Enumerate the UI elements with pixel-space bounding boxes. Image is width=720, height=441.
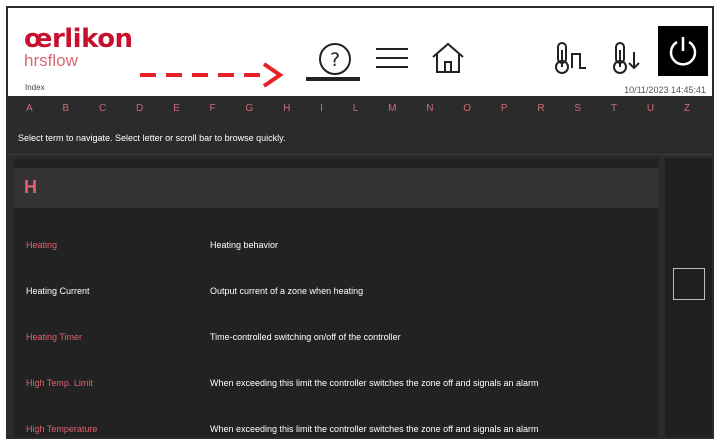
- list-item[interactable]: High Temp. Limit When exceeding this lim…: [14, 362, 659, 408]
- svg-text:?: ?: [330, 49, 340, 71]
- home-icon: [432, 42, 464, 73]
- power-button[interactable]: [658, 26, 708, 76]
- list-item[interactable]: Heating Current Output current of a zone…: [14, 270, 659, 316]
- letter-c[interactable]: C: [95, 102, 110, 116]
- term-link[interactable]: Heating: [26, 241, 57, 250]
- menu-icon: [376, 48, 408, 68]
- list-item[interactable]: Heating Timer Time-controlled switching …: [14, 316, 659, 362]
- section-header: H: [14, 168, 659, 208]
- term-description: When exceeding this limit the controller…: [210, 424, 539, 434]
- letter-g[interactable]: G: [241, 102, 257, 116]
- list-item[interactable]: Heating Heating behavior: [14, 224, 659, 270]
- letter-t[interactable]: T: [607, 102, 621, 116]
- term-description: When exceeding this limit the controller…: [210, 378, 539, 388]
- term-description: Heating behavior: [210, 240, 279, 250]
- letter-p[interactable]: P: [497, 102, 512, 116]
- help-button[interactable]: ?: [308, 38, 362, 80]
- menu-button[interactable]: [370, 44, 414, 72]
- home-button[interactable]: [426, 40, 470, 76]
- active-indicator: [306, 77, 360, 81]
- brand-product: hrsflow: [24, 51, 78, 70]
- alphabet-bar: A B C D E F G H I L M N O P R S T U Z: [8, 98, 712, 120]
- term-link[interactable]: Heating Current: [26, 287, 90, 296]
- letter-u[interactable]: U: [643, 102, 658, 116]
- divider: [8, 154, 712, 155]
- term-description: Output current of a zone when heating: [210, 286, 364, 296]
- scroll-thumb[interactable]: [673, 268, 705, 300]
- datetime: 10/11/2023 14:45:41: [624, 85, 706, 95]
- letter-b[interactable]: B: [58, 102, 73, 116]
- temperature-down-icon: [613, 42, 640, 74]
- term-link[interactable]: High Temperature: [26, 425, 97, 434]
- letter-h[interactable]: H: [279, 102, 294, 116]
- letter-d[interactable]: D: [132, 102, 147, 116]
- letter-m[interactable]: M: [384, 102, 400, 116]
- help-icon: ?: [319, 43, 351, 75]
- brand-logo: œrlikon: [24, 24, 133, 54]
- temperature-icon: [555, 42, 586, 74]
- temperature-button[interactable]: [548, 38, 592, 78]
- letter-l[interactable]: L: [349, 102, 363, 116]
- letter-r[interactable]: R: [533, 102, 548, 116]
- section-letter: H: [24, 177, 37, 197]
- letter-o[interactable]: O: [459, 102, 475, 116]
- index-list: H Heating Heating behavior Heating Curre…: [14, 158, 659, 437]
- letter-n[interactable]: N: [422, 102, 437, 116]
- instructions-text: Select term to navigate. Select letter o…: [18, 133, 286, 143]
- header: œrlikon hrsflow Index ? 10/11/2023 14:45…: [8, 8, 712, 96]
- letter-i[interactable]: I: [316, 102, 327, 116]
- letter-f[interactable]: F: [206, 102, 220, 116]
- term-description: Time-controlled switching on/off of the …: [210, 332, 401, 342]
- letter-z[interactable]: Z: [680, 102, 694, 116]
- annotation-arrow-icon: [140, 62, 284, 88]
- page-title: Index: [25, 83, 45, 92]
- letter-s[interactable]: S: [570, 102, 585, 116]
- power-icon: [669, 37, 697, 66]
- temperature-down-button[interactable]: [606, 38, 646, 78]
- app-frame: œrlikon hrsflow Index ? 10/11/2023 14:45…: [6, 6, 714, 439]
- letter-a[interactable]: A: [22, 102, 37, 116]
- scrollbar[interactable]: [665, 158, 712, 437]
- letter-e[interactable]: E: [169, 102, 184, 116]
- list-item[interactable]: High Temperature When exceeding this lim…: [14, 408, 659, 437]
- term-link[interactable]: High Temp. Limit: [26, 379, 93, 388]
- term-link[interactable]: Heating Timer: [26, 333, 82, 342]
